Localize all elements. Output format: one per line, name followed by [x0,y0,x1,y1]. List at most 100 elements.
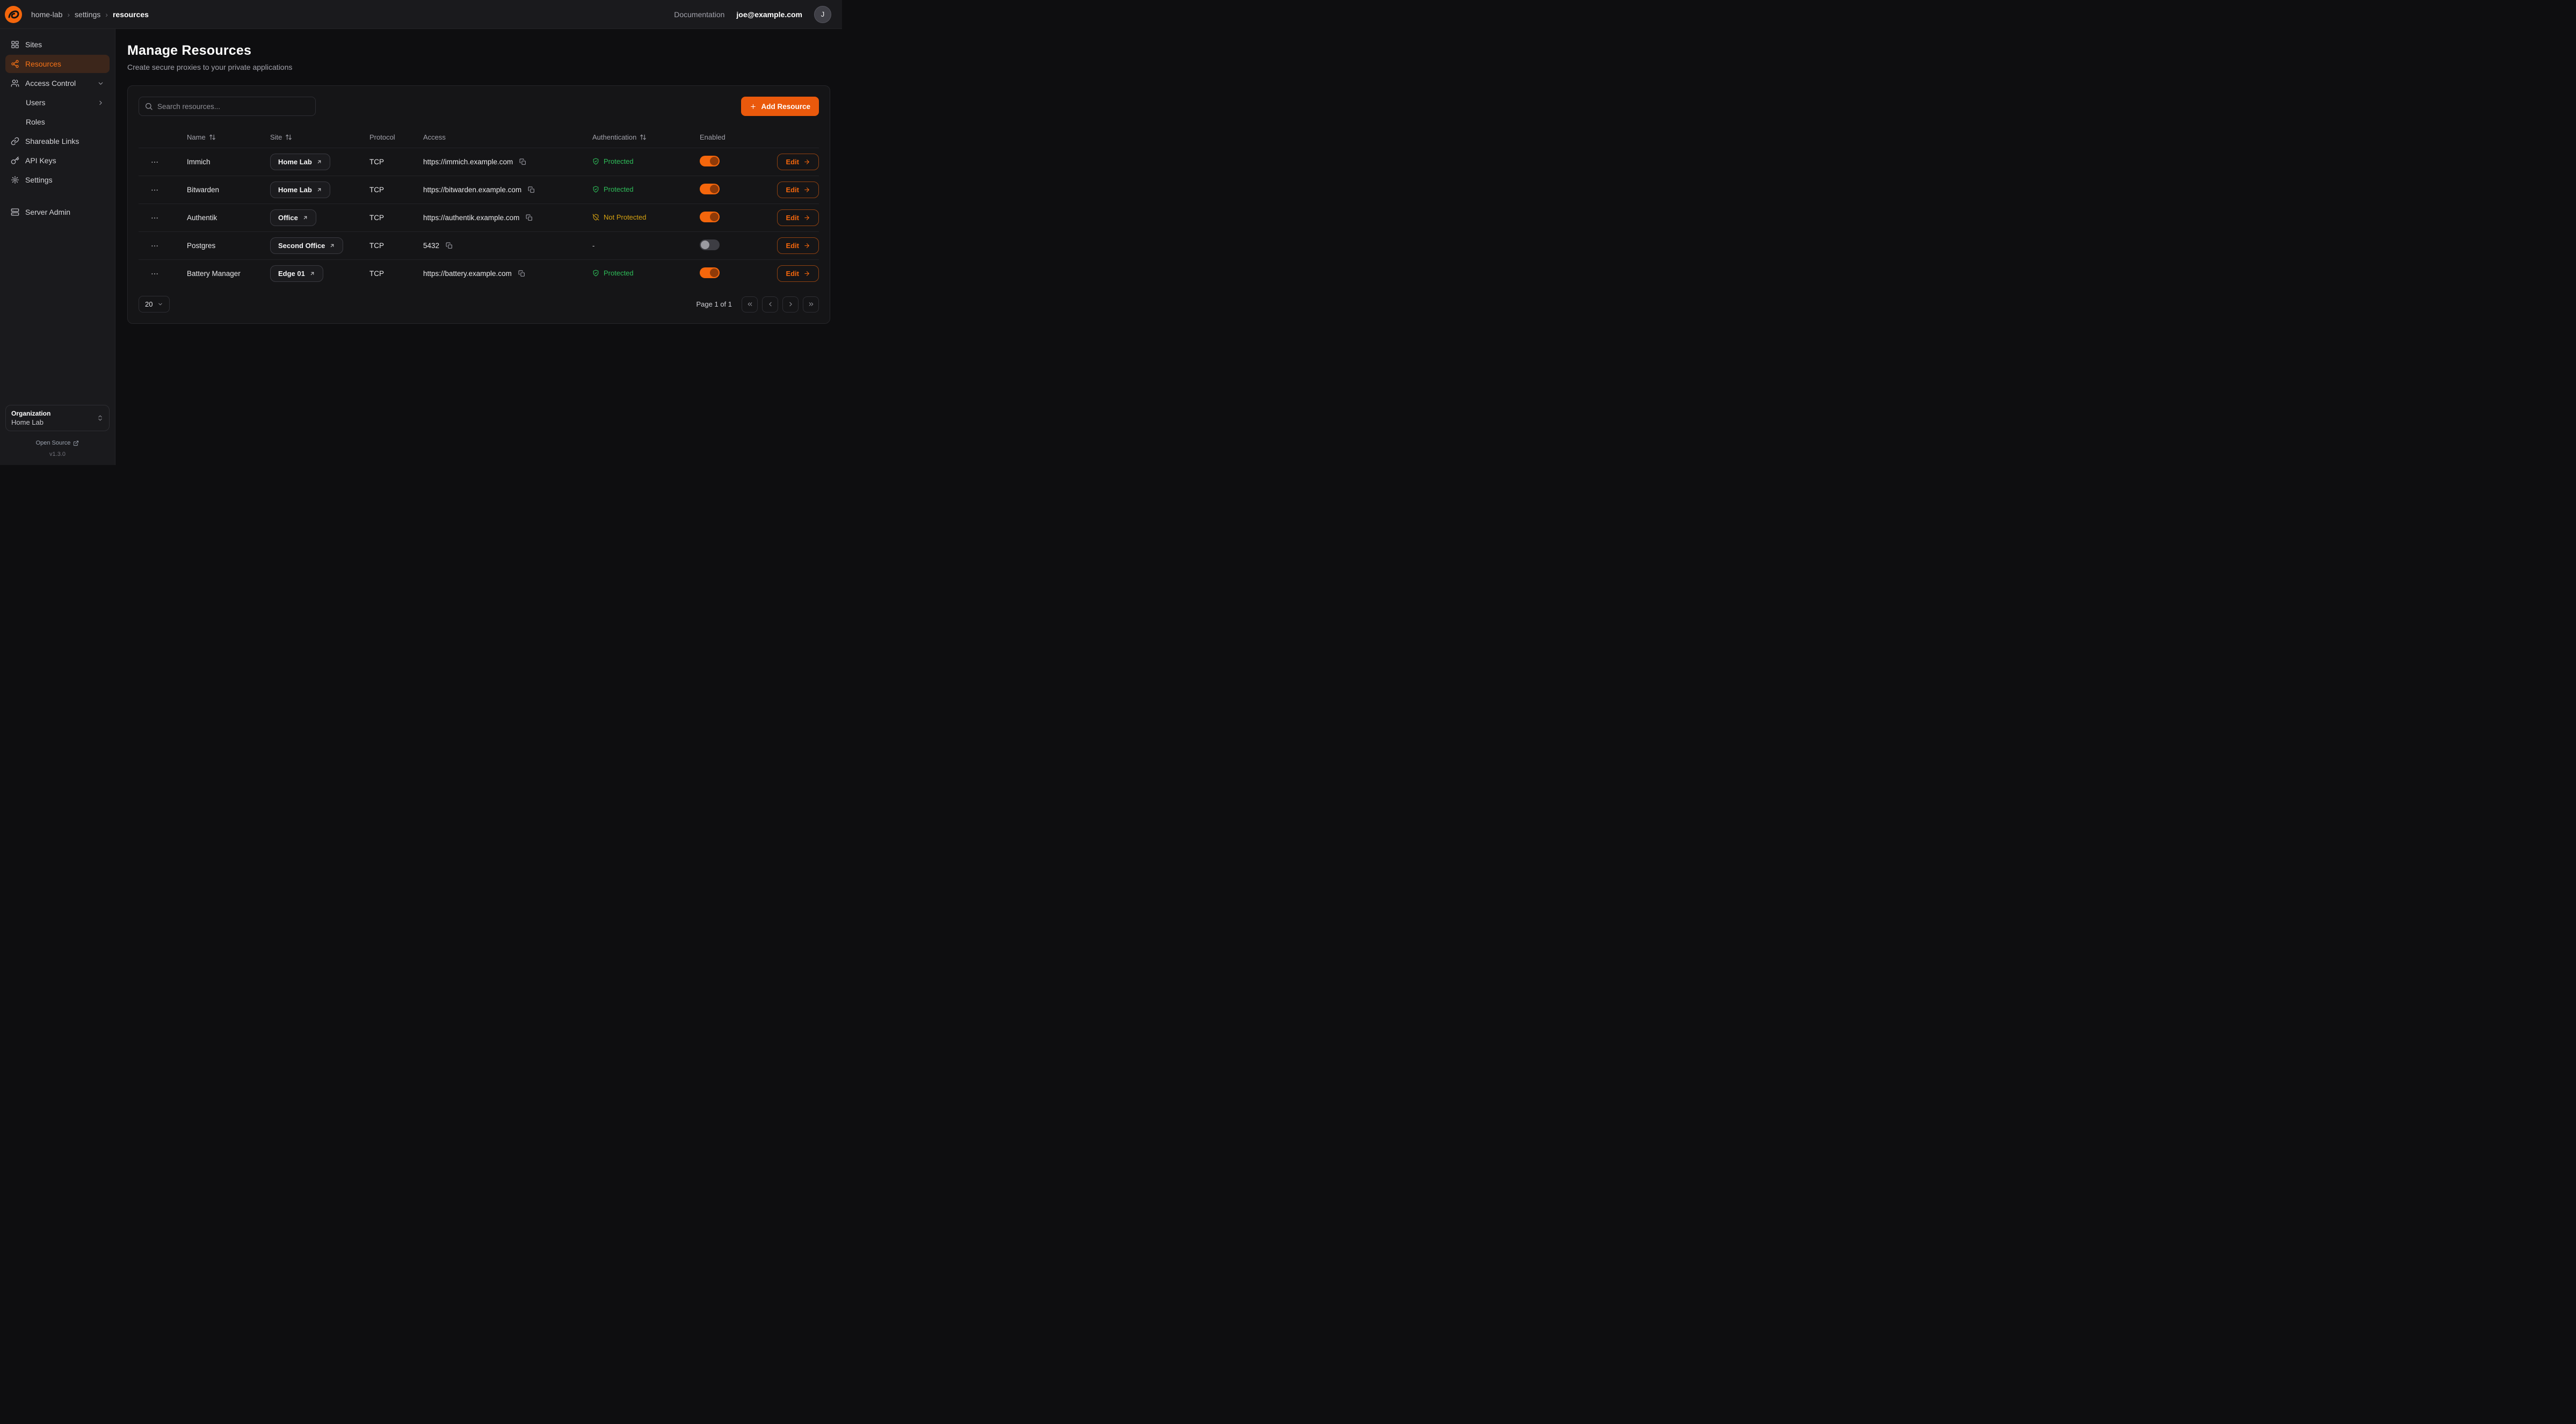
copy-icon[interactable] [518,157,527,166]
copy-icon[interactable] [445,241,454,250]
edit-label: Edit [786,270,799,278]
sidebar-item-label: API Keys [25,156,56,165]
breadcrumb-home-lab[interactable]: home-lab [31,10,62,19]
resource-access-url[interactable]: https://battery.example.com [423,270,512,278]
copy-icon[interactable] [525,213,534,222]
row-menu-button[interactable] [148,212,161,224]
resource-name: Immich [187,158,270,166]
chevrons-up-down-icon [97,415,104,422]
edit-button[interactable]: Edit [777,237,819,254]
site-link[interactable]: Home Lab [270,181,330,198]
add-resource-button[interactable]: Add Resource [741,97,819,116]
last-page-button[interactable] [803,296,819,313]
sidebar-item-shareable-links[interactable]: Shareable Links [5,132,110,150]
search-icon [144,102,153,111]
column-enabled: Enabled [700,133,775,141]
sidebar-item-sites[interactable]: Sites [5,35,110,54]
organization-selector[interactable]: Organization Home Lab [5,405,110,431]
edit-button[interactable]: Edit [777,154,819,170]
app-version: v1.3.0 [5,451,110,457]
arrow-up-right-icon [316,187,322,193]
breadcrumb-resources[interactable]: resources [113,10,149,19]
next-page-button[interactable] [782,296,799,313]
enabled-toggle[interactable] [700,212,720,222]
first-page-button[interactable] [742,296,758,313]
site-link[interactable]: Home Lab [270,154,330,170]
enabled-toggle[interactable] [700,156,720,166]
chevron-down-icon [157,301,163,307]
resource-access-url[interactable]: https://bitwarden.example.com [423,186,521,194]
copy-icon[interactable] [527,185,536,194]
enabled-toggle[interactable] [700,184,720,194]
auth-status-badge: Protected [592,269,634,277]
column-access: Access [423,133,592,141]
sort-icon[interactable] [640,134,647,141]
shield-check-icon [592,158,599,165]
sidebar-item-label: Users [26,98,46,107]
sidebar-item-api-keys[interactable]: API Keys [5,151,110,170]
app-logo-icon[interactable] [4,5,23,24]
edit-button[interactable]: Edit [777,181,819,198]
auth-status-label: Protected [604,185,634,193]
chevron-right-icon [787,301,794,308]
row-menu-button[interactable] [148,184,161,197]
gear-icon [11,176,19,184]
arrow-up-right-icon [316,159,322,165]
enabled-toggle[interactable] [700,239,720,250]
add-resource-label: Add Resource [761,103,810,111]
organization-value: Home Lab [11,418,50,426]
breadcrumb-separator: › [67,10,70,19]
user-email[interactable]: joe@example.com [736,10,802,19]
sidebar-section-gap [5,190,110,203]
resource-access-port[interactable]: 5432 [423,242,439,250]
search-input[interactable] [139,97,316,116]
site-link[interactable]: Second Office [270,237,343,254]
page-info: Page 1 of 1 [696,300,732,308]
site-name: Office [278,214,298,222]
enabled-toggle[interactable] [700,267,720,278]
page-size-select[interactable]: 20 [139,296,170,313]
edit-label: Edit [786,214,799,222]
auth-status-label: Not Protected [604,213,647,221]
resource-protocol: TCP [369,242,423,250]
chevron-left-icon [767,301,774,308]
workflow-icon [11,60,19,68]
sort-icon[interactable] [209,134,216,141]
open-source-link[interactable]: Open Source [36,440,79,446]
previous-page-button[interactable] [762,296,778,313]
arrow-right-icon [803,270,810,277]
resource-access-url[interactable]: https://immich.example.com [423,158,513,166]
table-row: Bitwarden Home Lab TCP https://bitwarden… [139,176,819,204]
user-avatar[interactable]: J [814,6,831,23]
column-name: Name [187,133,270,141]
site-link[interactable]: Edge 01 [270,265,323,282]
edit-button[interactable]: Edit [777,265,819,282]
table-header: Name Site Protocol Access [139,128,819,148]
chevron-right-icon [97,99,104,106]
arrow-up-right-icon [309,271,315,277]
site-link[interactable]: Office [270,209,316,226]
sidebar-item-users[interactable]: Users [5,93,110,112]
copy-icon[interactable] [517,269,526,278]
auth-status-badge: Protected [592,185,634,193]
sidebar-item-access-control[interactable]: Access Control [5,74,110,92]
row-menu-button[interactable] [148,267,161,280]
resource-protocol: TCP [369,270,423,278]
table-row: Authentik Office TCP https://authentik.e… [139,204,819,231]
sidebar-item-roles[interactable]: Roles [5,113,110,131]
page-subtitle: Create secure proxies to your private ap… [127,63,830,71]
auth-status-label: - [592,242,594,250]
table-row: Battery Manager Edge 01 TCP https://batt… [139,259,819,287]
breadcrumb-settings[interactable]: settings [75,10,100,19]
table-footer: 20 Page 1 of 1 [139,296,819,313]
sidebar-item-server-admin[interactable]: Server Admin [5,203,110,221]
row-menu-button[interactable] [148,239,161,252]
sort-icon[interactable] [285,134,292,141]
row-menu-button[interactable] [148,156,161,169]
column-authentication-label: Authentication [592,133,636,141]
documentation-link[interactable]: Documentation [674,10,724,19]
sidebar-item-settings[interactable]: Settings [5,171,110,189]
resource-access-url[interactable]: https://authentik.example.com [423,214,519,222]
edit-button[interactable]: Edit [777,209,819,226]
sidebar-item-resources[interactable]: Resources [5,55,110,73]
